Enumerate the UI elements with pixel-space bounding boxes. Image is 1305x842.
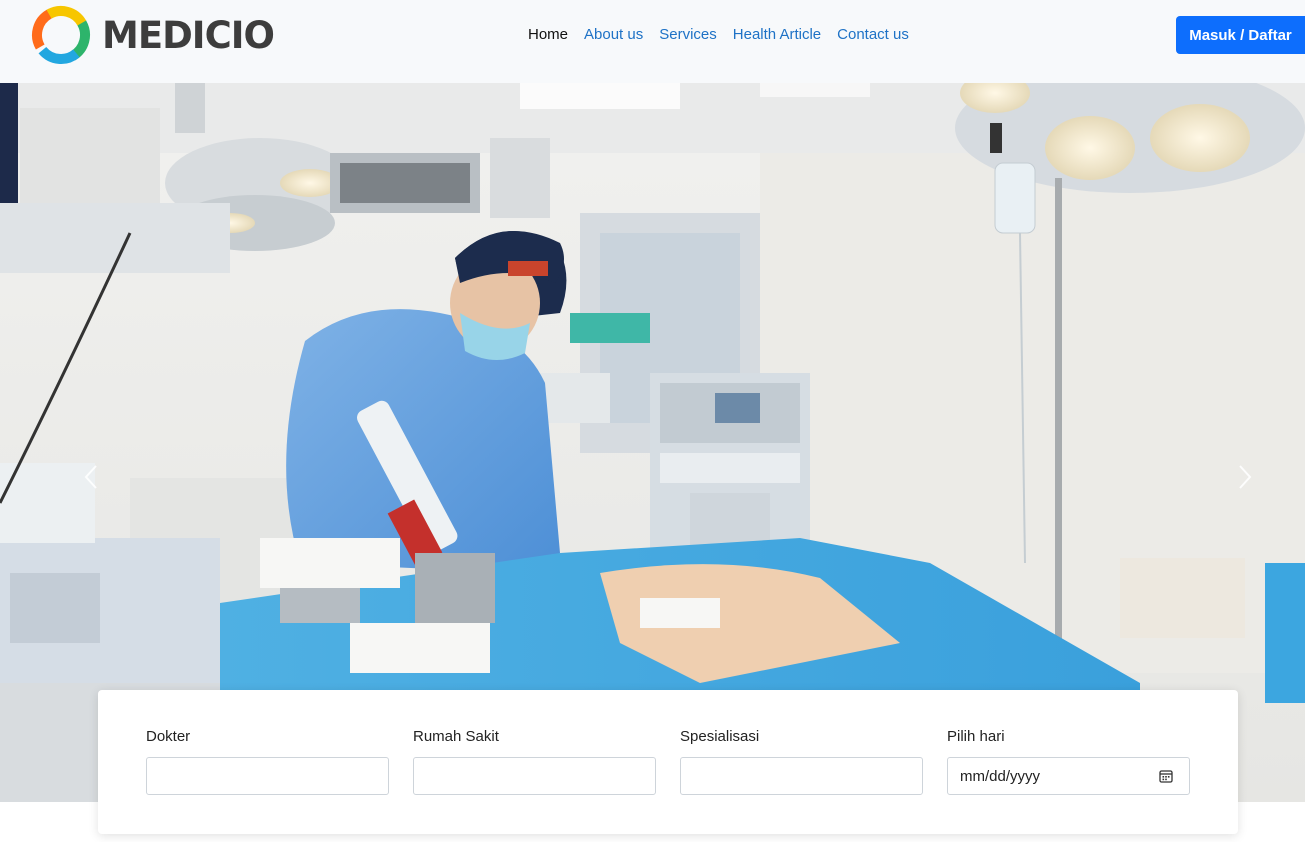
navbar: MEDICIO Home About us Services Health Ar… [0, 0, 1305, 83]
doctor-search-form: Dokter Rumah Sakit Spesialisasi Pilih ha… [98, 690, 1238, 834]
hospital-field-group: Rumah Sakit [413, 728, 656, 795]
specialization-field-group: Spesialisasi [680, 728, 923, 795]
nav-about-us[interactable]: About us [584, 26, 643, 43]
brand-logo[interactable]: MEDICIO [30, 4, 275, 66]
specialization-label: Spesialisasi [680, 728, 760, 745]
nav-home[interactable]: Home [528, 26, 568, 43]
carousel-prev-button[interactable] [80, 464, 102, 490]
nav-services[interactable]: Services [659, 26, 717, 43]
doctor-label: Dokter [146, 728, 191, 745]
nav-health-article[interactable]: Health Article [733, 26, 821, 43]
doctor-input[interactable] [146, 757, 389, 795]
hospital-label: Rumah Sakit [413, 728, 499, 745]
chevron-right-icon [1239, 465, 1252, 489]
day-field-group: Pilih hari mm/dd/yyyy [947, 728, 1190, 795]
logo-ring-icon [32, 6, 90, 64]
nav-contact-us[interactable]: Contact us [837, 26, 909, 43]
main-nav: Home About us Services Health Article Co… [528, 26, 909, 43]
specialization-input[interactable] [680, 757, 923, 795]
login-register-button[interactable]: Masuk / Daftar [1176, 16, 1305, 54]
day-label: Pilih hari [947, 728, 1005, 745]
calendar-icon[interactable] [1159, 769, 1173, 783]
hospital-input[interactable] [413, 757, 656, 795]
day-date-placeholder: mm/dd/yyyy [960, 767, 1041, 785]
chevron-left-icon [84, 465, 97, 489]
doctor-field-group: Dokter [146, 728, 389, 795]
day-date-input[interactable]: mm/dd/yyyy [947, 757, 1190, 795]
carousel-next-button[interactable] [1234, 464, 1256, 490]
brand-name: MEDICIO [102, 13, 275, 57]
